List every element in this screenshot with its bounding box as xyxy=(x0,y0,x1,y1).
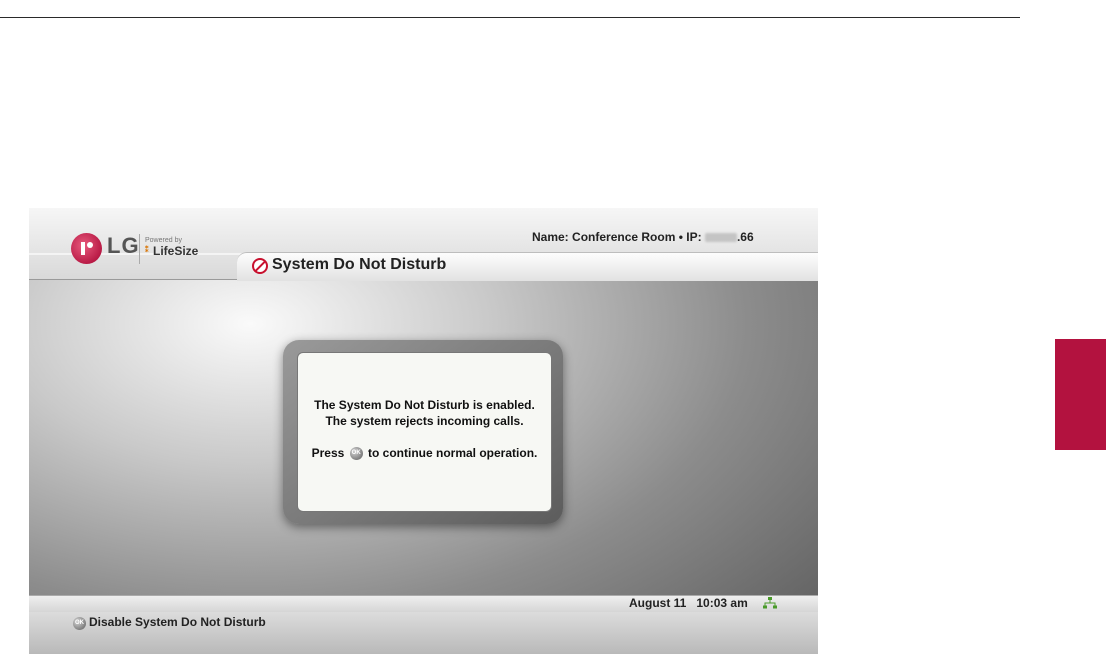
press-suffix: to continue normal operation. xyxy=(368,446,538,460)
separator-bullet: • xyxy=(678,230,683,244)
ip-label: IP: xyxy=(686,230,702,244)
system-name-ip: Name: Conference Room • IP: .66 xyxy=(532,230,754,244)
system-name: Conference Room xyxy=(572,230,676,244)
do-not-disturb-icon xyxy=(252,258,268,274)
press-prefix: Press xyxy=(311,446,345,460)
logo-divider xyxy=(139,234,140,264)
date-time: August 11 10:03 am xyxy=(629,596,748,610)
status-date: August 11 xyxy=(629,596,687,610)
dialog-line-1: The System Do Not Disturb is enabled. xyxy=(314,398,535,412)
name-label: Name: xyxy=(532,230,569,244)
dialog-message: The System Do Not Disturb is enabled. Th… xyxy=(297,397,552,429)
dialog-line-2: The system rejects incoming calls. xyxy=(325,414,524,428)
dialog-instruction: Press OK to continue normal operation. xyxy=(297,446,552,461)
network-status-icon xyxy=(763,597,777,609)
ip-redacted xyxy=(704,233,737,243)
document-top-rule xyxy=(0,17,1020,18)
powered-by-label: Powered by xyxy=(145,237,182,244)
ip-suffix: .66 xyxy=(736,230,754,244)
lifesize-logo-text: LifeSize xyxy=(153,244,199,258)
status-time: 10:03 am xyxy=(696,596,748,610)
tv-screen: LG Powered by ⁑ LifeSize Name: Conferenc… xyxy=(29,208,818,654)
lifesize-logo-icon: ⁑ xyxy=(145,247,149,254)
dialog-panel xyxy=(297,352,552,512)
ok-button-icon: OK xyxy=(349,447,363,461)
page-title: System Do Not Disturb xyxy=(272,256,447,273)
lg-logo-text: LG xyxy=(107,233,140,258)
ok-button-icon[interactable]: OK xyxy=(73,617,86,630)
disable-dnd-action[interactable]: Disable System Do Not Disturb xyxy=(89,615,266,629)
document-section-tab xyxy=(1055,339,1106,450)
lg-logo-icon xyxy=(71,233,102,264)
